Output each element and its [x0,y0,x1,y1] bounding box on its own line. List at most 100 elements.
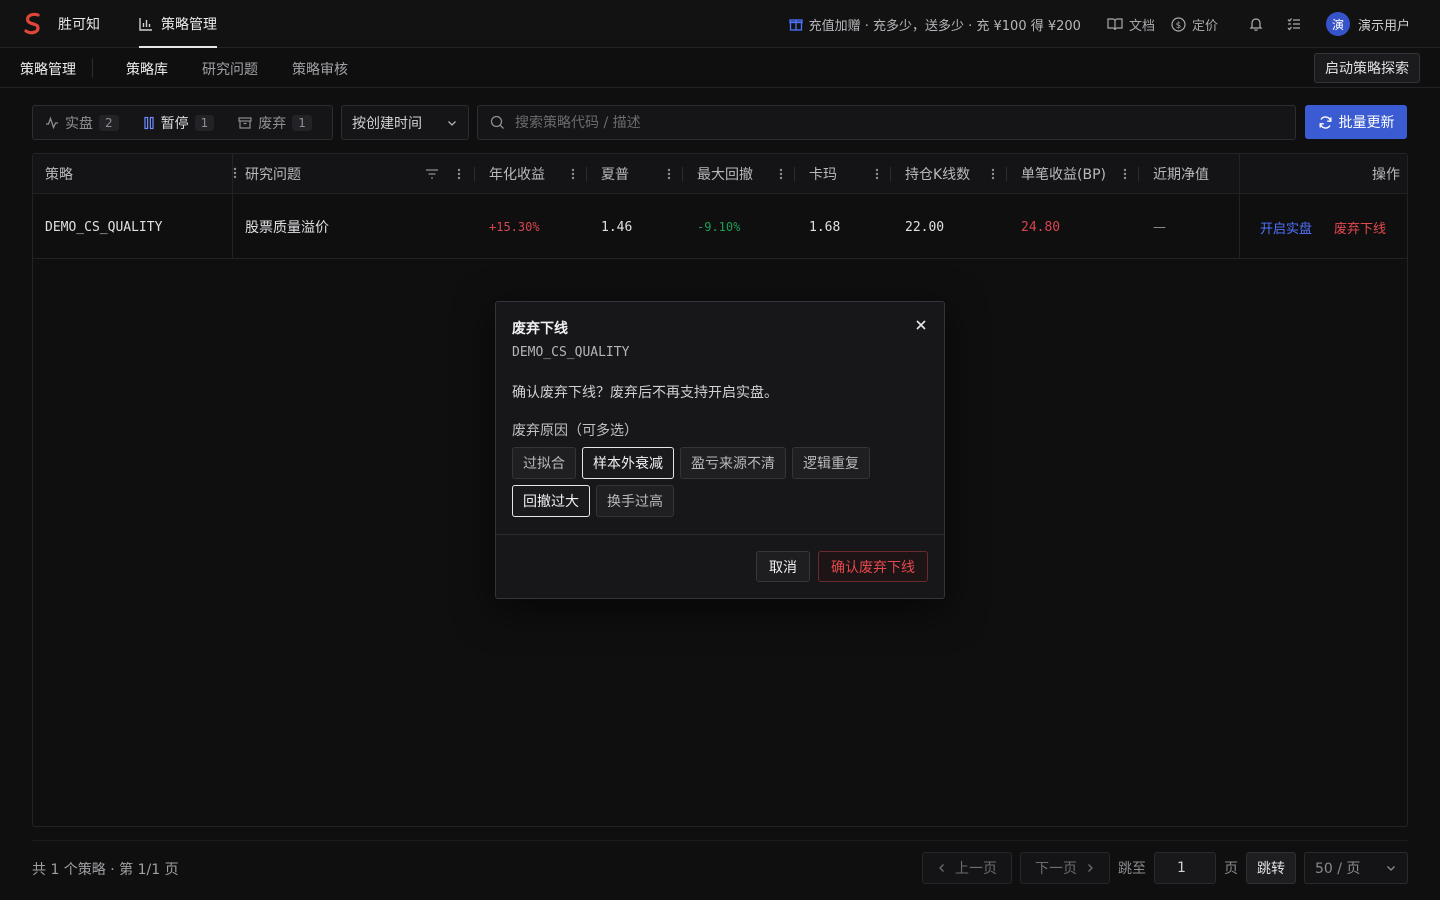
batch-update-button[interactable]: 批量更新 [1305,105,1407,139]
column-menu-icon[interactable] [1123,167,1127,181]
task-list-icon[interactable] [1286,16,1302,32]
column-menu-icon[interactable] [779,167,783,181]
cell-annual-return: +15.30% [489,220,540,234]
column-header-recent-nav[interactable]: 近期净值 [1153,154,1233,194]
segment-paused[interactable]: 暂停 1 [143,113,215,133]
jump-label: 跳至 [1118,861,1146,877]
top-navigation-bar: 胜可知 策略管理 充值加赠 · 充多少，送多少 · 充 ¥100 得 ¥200 … [0,0,1440,48]
column-divider[interactable] [794,167,795,181]
brand[interactable]: 胜可知 [22,12,100,36]
divider [496,534,944,535]
header-label: 年化收益 [489,167,545,183]
divider [92,58,93,78]
prev-label: 上一页 [955,861,997,877]
pagination-summary: 共 1 个策略 · 第 1/1 页 [32,862,179,878]
segment-count: 1 [194,114,215,131]
column-header-actions: 操作 [1240,154,1400,194]
segment-count: 1 [292,114,312,131]
segment-retired[interactable]: 废弃 1 [238,113,312,133]
retire-link[interactable]: 废弃下线 [1334,218,1386,237]
nav-strategy-management[interactable]: 策略管理 [139,0,217,48]
column-header-holding-bars[interactable]: 持仓K线数 [905,154,995,194]
column-header-sharpe[interactable]: 夏普 [601,154,671,194]
column-menu-icon[interactable] [233,166,237,180]
cell-strategy[interactable]: DEMO_CS_QUALITY [45,195,162,259]
segment-live[interactable]: 实盘 2 [45,113,119,133]
prev-page-button[interactable]: 上一页 [922,852,1012,884]
book-icon [1107,18,1123,31]
cell-holding-bars: 22.00 [905,219,945,235]
header-label: 持仓K线数 [905,167,971,183]
column-menu-icon[interactable] [667,167,671,181]
chevron-left-icon [939,864,944,872]
reason-chip-high-turnover[interactable]: 换手过高 [596,485,674,517]
column-divider[interactable] [474,167,475,181]
cell-recent-nav: — [1153,219,1166,235]
column-menu-icon[interactable] [457,167,461,181]
jump-button[interactable]: 跳转 [1246,852,1296,884]
retire-dialog: 废弃下线 DEMO_CS_QUALITY 确认废弃下线？废弃后不再支持开启实盘。… [495,301,945,599]
table-header: 策略 研究问题 年化收益 夏普 最大回撤 卡玛 持仓K线数 单笔收益(BP) 近… [33,154,1407,194]
column-menu-icon[interactable] [875,167,879,181]
reason-chip-duplicate-logic[interactable]: 逻辑重复 [792,447,870,479]
column-header-annual-return[interactable]: 年化收益 [489,154,575,194]
start-exploration-button[interactable]: 启动策略探索 [1314,53,1420,83]
table-row[interactable]: DEMO_CS_QUALITY 股票质量溢价 +15.30% 1.46 -9.1… [33,195,1407,259]
header-label: 夏普 [601,167,629,183]
promo-link[interactable]: 充值加赠 · 充多少，送多少 · 充 ¥100 得 ¥200 [788,15,1081,34]
activity-icon [46,116,58,129]
docs-label: 文档 [1128,18,1155,34]
tab-research-questions[interactable]: 研究问题 [202,59,258,79]
tab-strategy-library[interactable]: 策略库 [126,59,168,79]
column-header-question[interactable]: 研究问题 [245,154,463,194]
bell-icon[interactable] [1248,16,1264,32]
header-label: 研究问题 [245,167,301,183]
column-header-per-trade-bp[interactable]: 单笔收益(BP) [1021,154,1127,194]
pricing-link[interactable]: $ 定价 [1171,15,1218,34]
column-menu-icon[interactable] [991,167,995,181]
cell-max-drawdown: -9.10% [697,220,741,234]
header-label: 操作 [1372,167,1400,183]
next-label: 下一页 [1035,861,1077,877]
pause-icon [144,116,154,129]
divider [32,840,1408,841]
nav-label: 策略管理 [161,17,217,33]
column-divider[interactable] [586,167,587,181]
docs-link[interactable]: 文档 [1107,15,1155,34]
column-header-max-drawdown[interactable]: 最大回撤 [697,154,783,194]
jump-page-input[interactable] [1154,852,1216,884]
reason-chip-overfit[interactable]: 过拟合 [512,447,576,479]
column-header-strategy[interactable]: 策略 [45,154,237,194]
start-live-link[interactable]: 开启实盘 [1260,218,1312,237]
refresh-icon [1319,115,1331,129]
column-divider[interactable] [682,167,683,181]
reason-label: 废弃原因（可多选） [512,423,638,439]
cancel-button[interactable]: 取消 [756,551,810,582]
header-label: 策略 [45,167,73,183]
column-header-calmar[interactable]: 卡玛 [809,154,879,194]
column-menu-icon[interactable] [571,167,575,181]
dialog-title: 废弃下线 [512,321,568,337]
chevron-down-icon [1387,866,1395,871]
reason-chip-unclear-pnl[interactable]: 盈亏来源不清 [680,447,786,479]
close-icon[interactable] [914,318,928,332]
column-divider[interactable] [1006,167,1007,181]
column-divider[interactable] [1138,167,1139,181]
search-input[interactable] [515,114,1275,131]
batch-update-label: 批量更新 [1338,115,1395,131]
header-label: 卡玛 [809,167,837,183]
reason-chip-oos-decay[interactable]: 样本外衰减 [582,447,674,479]
sort-select[interactable]: 按创建时间 [341,105,469,140]
cell-per-trade-bp: 24.80 [1021,219,1061,235]
next-page-button[interactable]: 下一页 [1020,852,1110,884]
user-menu[interactable]: 演 演示用户 [1325,12,1410,36]
archive-icon [238,116,252,129]
confirm-retire-button[interactable]: 确认废弃下线 [818,551,928,582]
tab-strategy-review[interactable]: 策略审核 [292,59,348,79]
page-size-select[interactable]: 50 / 页 [1304,852,1408,884]
header-label: 近期净值 [1153,167,1209,183]
filter-icon[interactable] [425,168,439,180]
cell-calmar: 1.68 [809,219,841,235]
column-divider[interactable] [890,167,891,181]
reason-chip-large-drawdown[interactable]: 回撤过大 [512,485,590,517]
